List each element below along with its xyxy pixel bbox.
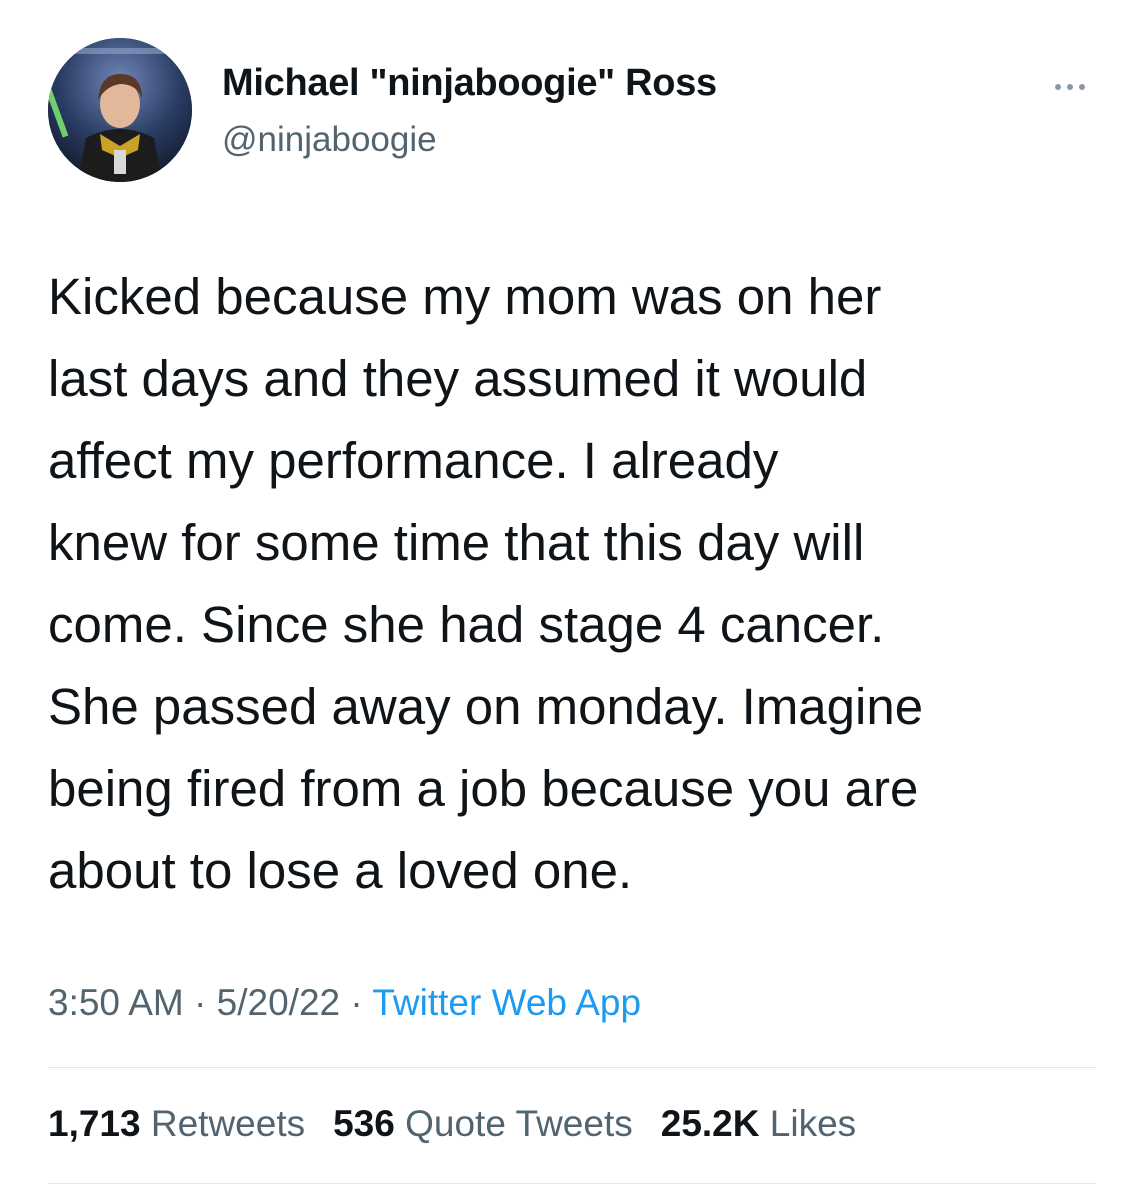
- tweet-text: Kicked because my mom was on her last da…: [48, 256, 1108, 912]
- tweet-source-link[interactable]: Twitter Web App: [372, 982, 641, 1023]
- retweets-count: 1,713: [48, 1103, 141, 1144]
- more-dot: [1079, 84, 1085, 90]
- retweets-stat[interactable]: 1,713 Retweets: [48, 1103, 305, 1145]
- meta-separator: ·: [340, 982, 373, 1023]
- tweet-meta: 3:50 AM · 5/20/22 · Twitter Web App: [48, 982, 641, 1024]
- tweet-date[interactable]: 5/20/22: [217, 982, 340, 1023]
- author-display-name[interactable]: Michael "ninjaboogie" Ross: [222, 62, 717, 105]
- profile-photo-icon: [48, 38, 192, 182]
- quote-tweets-label: Quote Tweets: [405, 1103, 633, 1144]
- more-options-button[interactable]: [1040, 72, 1100, 102]
- likes-count: 25.2K: [660, 1103, 760, 1144]
- divider: [48, 1183, 1096, 1184]
- divider: [48, 1067, 1096, 1068]
- tweet-stats: 1,713 Retweets 536 Quote Tweets 25.2K Li…: [48, 1103, 856, 1145]
- quote-tweets-count: 536: [333, 1103, 395, 1144]
- tweet-line: affect my performance. I already: [48, 432, 779, 489]
- tweet-line: about to lose a loved one.: [48, 842, 633, 899]
- more-horizontal-icon: [1055, 84, 1061, 90]
- avatar[interactable]: [48, 38, 192, 182]
- meta-separator: ·: [183, 982, 217, 1023]
- likes-label: Likes: [769, 1103, 857, 1144]
- tweet-line: being fired from a job because you are: [48, 760, 919, 817]
- tweet-line: last days and they assumed it would: [48, 350, 868, 407]
- tweet-line: come. Since she had stage 4 cancer.: [48, 596, 885, 653]
- author-handle[interactable]: @ninjaboogie: [222, 120, 437, 160]
- tweet-line: knew for some time that this day will: [48, 514, 865, 571]
- quote-tweets-stat[interactable]: 536 Quote Tweets: [333, 1103, 633, 1145]
- tweet-line: Kicked because my mom was on her: [48, 268, 882, 325]
- more-dot: [1067, 84, 1073, 90]
- tweet-line: She passed away on monday. Imagine: [48, 678, 924, 735]
- likes-stat[interactable]: 25.2K Likes: [661, 1103, 856, 1145]
- tweet-time[interactable]: 3:50 AM: [48, 982, 184, 1023]
- retweets-label: Retweets: [150, 1103, 306, 1144]
